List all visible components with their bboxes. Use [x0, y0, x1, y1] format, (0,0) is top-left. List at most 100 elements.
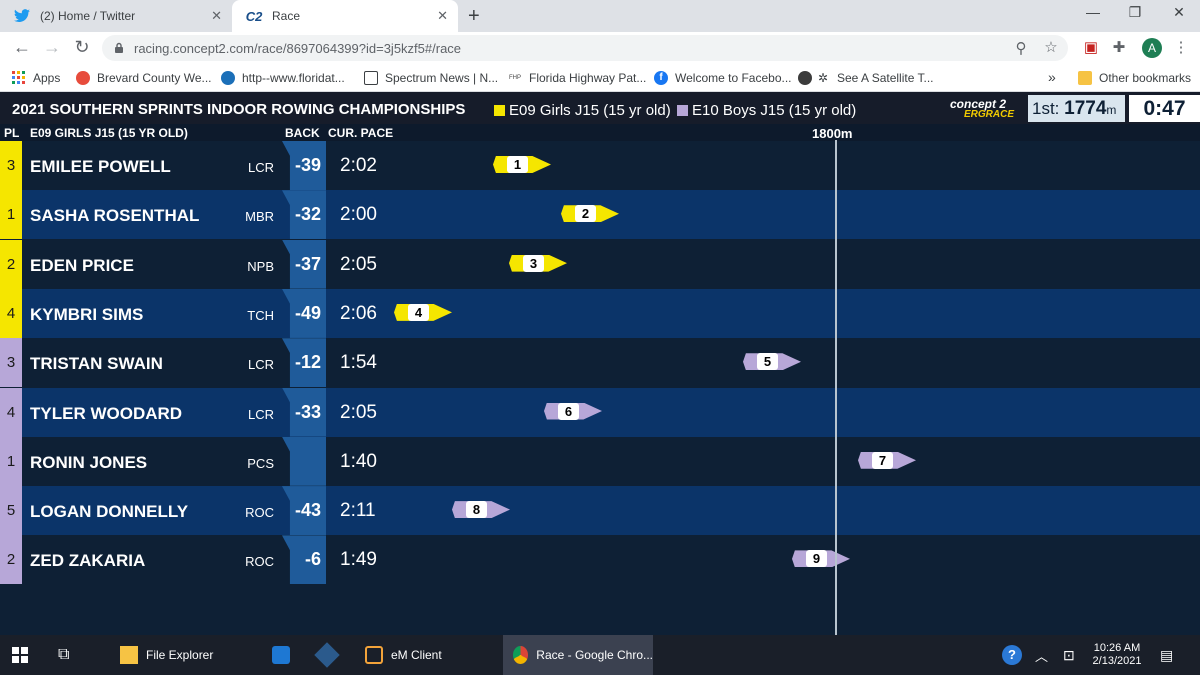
url-text: racing.concept2.com/race/8697064399?id=3… [134, 41, 462, 56]
meters-back: -12 [282, 338, 326, 388]
current-pace: 1:54 [340, 352, 377, 374]
lane-row: 5 LOGAN DONNELLY ROC -43 2:11 8 [0, 486, 1200, 536]
boat-marker: 3 [509, 254, 567, 272]
current-pace: 2:11 [340, 500, 376, 522]
tray-clock[interactable]: 10:26 AM 2/13/2021 [1086, 642, 1148, 668]
bookmark-apps[interactable]: Apps [12, 71, 60, 85]
other-bookmarks[interactable]: Other bookmarks [1078, 71, 1191, 85]
rower-name: SASHA ROSENTHAL [30, 206, 200, 226]
race-display: 2021 SOUTHERN SPRINTS INDOOR ROWING CHAM… [0, 92, 1200, 635]
meters-back: -39 [282, 141, 326, 190]
network-icon[interactable]: ⊡ [1063, 635, 1075, 675]
meters-back: -6 [282, 535, 326, 585]
start-button[interactable] [12, 635, 28, 675]
bookmarks-overflow-button[interactable]: » [1048, 69, 1056, 85]
globe-icon [221, 71, 235, 85]
bookmark-brevard-weather[interactable]: Brevard County We... [76, 71, 212, 85]
windows-logo-icon [12, 647, 28, 663]
lilac-swatch-icon [677, 105, 688, 116]
leader-distance: 1st: 1774m [1028, 95, 1125, 122]
finish-distance-label: 1800m [812, 126, 853, 141]
zoom-icon[interactable]: ⚲ [1010, 39, 1032, 57]
task-view-icon[interactable]: ⧉ [58, 635, 69, 675]
lane-row: 1 RONIN JONES PCS 1:40 7 [0, 436, 1200, 486]
boat-marker: 9 [792, 550, 850, 568]
place-cell: 4 [0, 288, 22, 338]
rower-name: TYLER WOODARD [30, 403, 183, 423]
tab-race[interactable]: C2 Race ✕ [232, 0, 458, 32]
tab-twitter[interactable]: (2) Home / Twitter ✕ [0, 0, 232, 32]
col-pace: CUR. PACE [328, 126, 394, 140]
lane-number: 1 [507, 156, 528, 173]
extensions-puzzle-icon[interactable]: ✚ [1108, 38, 1130, 56]
facebook-icon: f [654, 71, 668, 85]
reload-icon[interactable]: ↻ [70, 37, 94, 58]
taskbar-em-client[interactable]: eM Client [355, 635, 500, 675]
yellow-swatch-icon [494, 105, 505, 116]
close-tab-icon[interactable]: ✕ [437, 8, 448, 24]
taskbar-file-explorer[interactable]: File Explorer [110, 635, 260, 675]
lane-row: 3 EMILEE POWELL LCR -39 2:02 1 [0, 141, 1200, 190]
tab-title: (2) Home / Twitter [40, 9, 136, 23]
rower-name: ZED ZAKARIA [30, 551, 146, 571]
lane-number: 9 [806, 550, 827, 568]
club-code: LCR [247, 160, 274, 175]
help-icon[interactable]: ? [1002, 635, 1022, 675]
place-cell: 4 [0, 387, 22, 437]
bookmark-florida-highway-patrol[interactable]: FHP Florida Highway Pat... [508, 71, 646, 85]
browser-toolbar: ← → ↻ racing.concept2.com/race/869706439… [0, 32, 1200, 64]
boat-marker: 1 [493, 156, 551, 173]
tray-chevron-up-icon[interactable]: ︿ [1035, 635, 1048, 675]
boat-marker: 4 [394, 303, 452, 321]
meters-back [282, 436, 326, 486]
lane-number: 6 [558, 402, 579, 420]
lane-number: 2 [575, 205, 596, 223]
satellite-icon [798, 71, 812, 85]
taskbar-outlook-icon[interactable] [272, 635, 298, 675]
race-title: 2021 SOUTHERN SPRINTS INDOOR ROWING CHAM… [12, 101, 466, 118]
club-code: NPB [247, 258, 274, 274]
boat-marker: 5 [743, 353, 801, 371]
club-code: ROC [245, 505, 274, 521]
bookmark-facebook[interactable]: f Welcome to Facebo... [654, 71, 792, 85]
club-code: TCH [247, 307, 274, 323]
forward-arrow-icon[interactable]: → [40, 37, 64, 58]
taskbar-chrome-race[interactable]: Race - Google Chro... [503, 635, 653, 675]
bookmark-floridat[interactable]: http--www.floridat... [221, 71, 345, 85]
bookmark-star-icon[interactable]: ☆ [1040, 38, 1062, 56]
meters-back: -43 [282, 486, 326, 536]
close-window-icon[interactable]: ✕ [1164, 4, 1194, 21]
new-tab-button[interactable]: + [468, 5, 480, 28]
current-pace: 2:05 [340, 253, 377, 275]
boat-marker: 7 [858, 451, 916, 469]
bookmark-spectrum-news[interactable]: Spectrum News | N... [364, 71, 498, 85]
place-cell: 2 [0, 535, 22, 585]
bookmark-satellite[interactable]: ✲ See A Satellite T... [798, 71, 934, 85]
place-cell: 1 [0, 190, 22, 240]
club-code: PCS [247, 455, 274, 471]
menu-kebab-icon[interactable]: ⋮ [1170, 38, 1192, 56]
outlook-icon [272, 646, 290, 664]
col-back: BACK [285, 126, 320, 140]
address-bar[interactable]: racing.concept2.com/race/8697064399?id=3… [102, 35, 1068, 61]
weather-icon [76, 71, 90, 85]
tab-title: Race [272, 9, 301, 23]
restore-icon[interactable]: ❐ [1120, 4, 1150, 21]
close-tab-icon[interactable]: ✕ [211, 8, 222, 24]
mail-icon [365, 646, 383, 664]
club-code: LCR [247, 406, 274, 422]
folder-icon [1078, 71, 1092, 85]
back-arrow-icon[interactable]: ← [10, 37, 34, 58]
taskbar-cube-app-icon[interactable] [314, 635, 344, 675]
rower-name: EDEN PRICE [30, 255, 134, 275]
extension-badge-icon[interactable]: ▣ [1080, 38, 1102, 56]
lane-number: 3 [523, 254, 544, 272]
notifications-icon[interactable]: ▤ [1160, 635, 1173, 675]
profile-avatar[interactable]: A [1142, 38, 1162, 58]
meters-back: -37 [282, 239, 326, 289]
rower-name: KYMBRI SIMS [30, 304, 144, 324]
column-headers: PL E09 GIRLS J15 (15 YR OLD) BACK CUR. P… [0, 124, 1200, 141]
club-code: ROC [245, 554, 274, 570]
race-header: 2021 SOUTHERN SPRINTS INDOOR ROWING CHAM… [0, 92, 1200, 124]
minimize-icon[interactable]: — [1078, 4, 1108, 20]
